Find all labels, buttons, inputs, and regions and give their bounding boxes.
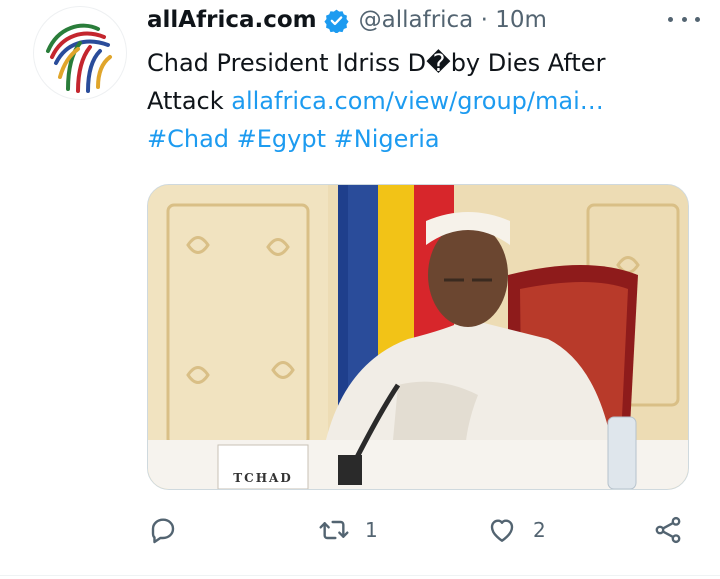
retweet-count: 1 (365, 518, 378, 542)
retweet-icon (319, 520, 349, 540)
reply-button[interactable] (147, 508, 179, 552)
author-name[interactable]: allAfrica.com (147, 7, 317, 33)
allafrica-logo (46, 23, 112, 93)
like-button[interactable]: 2 (485, 508, 546, 552)
retweet-button[interactable]: 1 (317, 508, 378, 552)
reply-icon (151, 518, 175, 544)
author-handle-and-time: @allafrica · 10m (358, 7, 547, 33)
verified-badge-icon (324, 8, 349, 33)
media-photo: TCHAD (148, 185, 688, 489)
tweet-text-line-2-plain: Attack (147, 87, 232, 115)
author-avatar[interactable] (33, 6, 127, 100)
more-options-icon[interactable] (668, 7, 700, 31)
like-icon (490, 519, 514, 542)
tweet-text-line-2: Attack allafrica.com/view/group/mai… (147, 82, 667, 120)
tweet-text-line-1: Chad President Idriss D�by Dies After (147, 49, 606, 77)
tweet-action-bar: 1 2 (147, 508, 692, 552)
tweet-media-image[interactable]: TCHAD (147, 184, 689, 490)
divider (0, 575, 720, 576)
like-count: 2 (533, 518, 546, 542)
share-button[interactable] (652, 508, 684, 552)
share-icon (655, 516, 681, 544)
tweet-header: allAfrica.com @allafrica · 10m (147, 4, 700, 36)
tweet-link[interactable]: allafrica.com/view/group/mai… (231, 87, 604, 115)
tweet-hashtags[interactable]: #Chad #Egypt #Nigeria (147, 120, 667, 158)
tweet-text: Chad President Idriss D�by Dies After At… (147, 44, 667, 158)
nameplate-text: TCHAD (233, 471, 293, 485)
